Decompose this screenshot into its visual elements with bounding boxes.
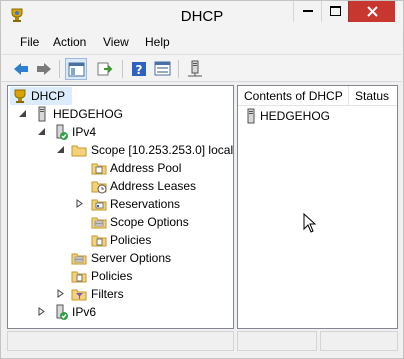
help-icon: ?	[132, 62, 146, 77]
status-cell	[237, 331, 317, 351]
export-list-icon	[97, 62, 113, 76]
status-cell	[320, 331, 398, 351]
results-pane[interactable]: Contents of DHCP Status HEDGEHOG	[237, 85, 398, 329]
menu-file[interactable]: File	[20, 35, 39, 49]
address-leases-icon	[91, 178, 107, 194]
tree-label-scope-policies: Policies	[110, 233, 152, 247]
menu-action[interactable]: Action	[53, 35, 86, 49]
console-tree[interactable]: DHCP HEDGEHOG IPv4 Scope [10.253.253.0] …	[7, 85, 234, 329]
policies-icon	[91, 232, 107, 248]
tree-item-reservations[interactable]: Reservations	[8, 195, 228, 213]
tree-label-ipv4: IPv4	[72, 125, 97, 139]
toolbar-separator	[178, 60, 179, 78]
maximize-icon	[330, 6, 341, 16]
show-hide-console-tree-icon	[68, 62, 85, 77]
reservations-icon	[91, 196, 107, 212]
menu-bar: File Action View Help	[2, 31, 402, 53]
forward-button[interactable]	[33, 58, 55, 80]
close-icon	[367, 6, 378, 17]
properties-button[interactable]	[152, 58, 174, 80]
maximize-button[interactable]	[321, 1, 348, 22]
ipv6-server-icon	[53, 304, 69, 320]
tree-label-scope: Scope [10.253.253.0] local	[91, 143, 234, 157]
back-button[interactable]	[10, 58, 32, 80]
address-pool-icon	[91, 160, 107, 176]
tree-label-server-options: Server Options	[91, 251, 172, 265]
collapse-icon	[57, 146, 64, 153]
server-icon	[243, 108, 259, 124]
tree-item-filters[interactable]: Filters	[8, 285, 228, 303]
tree-item-ipv6[interactable]: IPv6	[8, 303, 228, 321]
collapse-icon	[38, 128, 45, 135]
policies-icon	[71, 268, 87, 284]
expand-icon	[76, 199, 83, 208]
expand-icon	[38, 307, 45, 316]
toolbar: ?	[2, 54, 402, 82]
tree-label-address-leases: Address Leases	[110, 179, 197, 193]
column-header-contents[interactable]: Contents of DHCP	[238, 86, 349, 106]
properties-icon	[154, 61, 171, 76]
server-icon	[188, 60, 202, 77]
tree-item-server[interactable]: HEDGEHOG	[8, 105, 228, 123]
tree-label-filters: Filters	[91, 287, 124, 301]
show-hide-console-tree-button[interactable]	[65, 58, 87, 80]
minimize-icon	[303, 10, 313, 12]
tree-label-ipv6: IPv6	[72, 305, 97, 319]
collapse-icon	[19, 110, 26, 117]
column-header-status[interactable]: Status	[349, 86, 397, 106]
server-icon	[34, 106, 50, 122]
tree-item-policies[interactable]: Policies	[8, 267, 228, 285]
tree-item-address-pool[interactable]: Address Pool	[8, 159, 228, 177]
mouse-cursor-icon	[303, 213, 317, 233]
tree-item-scope-options[interactable]: Scope Options	[8, 213, 228, 231]
dhcp-trophy-icon	[12, 88, 28, 104]
tree-label-server: HEDGEHOG	[53, 107, 124, 121]
toolbar-separator	[59, 60, 60, 78]
minimize-button[interactable]	[293, 1, 321, 22]
status-bar	[7, 331, 398, 353]
tree-item-ipv4[interactable]: IPv4	[8, 123, 228, 141]
status-cell	[7, 331, 234, 351]
tree-label-reservations: Reservations	[110, 197, 181, 211]
list-item-label: HEDGEHOG	[260, 109, 331, 123]
tree-item-scope-policies[interactable]: Policies	[8, 231, 228, 249]
tree-item-address-leases[interactable]: Address Leases	[8, 177, 228, 195]
list-item[interactable]: HEDGEHOG	[238, 107, 388, 125]
tree-item-dhcp[interactable]: DHCP	[10, 87, 72, 105]
tree-item-scope[interactable]: Scope [10.253.253.0] local	[8, 141, 233, 159]
scope-options-icon	[91, 214, 107, 230]
filters-icon	[71, 286, 87, 302]
menu-help[interactable]: Help	[145, 35, 170, 49]
svg-text:?: ?	[136, 63, 143, 77]
tree-item-server-options[interactable]: Server Options	[8, 249, 228, 267]
tree-label-policies: Policies	[91, 269, 133, 283]
forward-icon	[37, 63, 51, 75]
back-icon	[14, 63, 28, 75]
tree-label-scope-options: Scope Options	[110, 215, 189, 229]
tree-label-address-pool: Address Pool	[110, 161, 182, 175]
server-options-icon	[71, 250, 87, 266]
toolbar-separator	[122, 60, 123, 78]
close-button[interactable]	[348, 1, 395, 22]
export-list-button[interactable]	[95, 58, 117, 80]
expand-icon	[57, 289, 64, 298]
dhcp-window: DHCP File Action View Help ? DHCP HEDGEH…	[0, 0, 404, 359]
title-bar[interactable]: DHCP	[1, 1, 403, 31]
menu-view[interactable]: View	[103, 35, 129, 49]
tree-label-dhcp: DHCP	[31, 89, 66, 103]
scope-folder-icon	[71, 142, 87, 158]
help-button[interactable]: ?	[128, 58, 150, 80]
ipv4-server-icon	[53, 124, 69, 140]
server-button[interactable]	[184, 58, 206, 80]
